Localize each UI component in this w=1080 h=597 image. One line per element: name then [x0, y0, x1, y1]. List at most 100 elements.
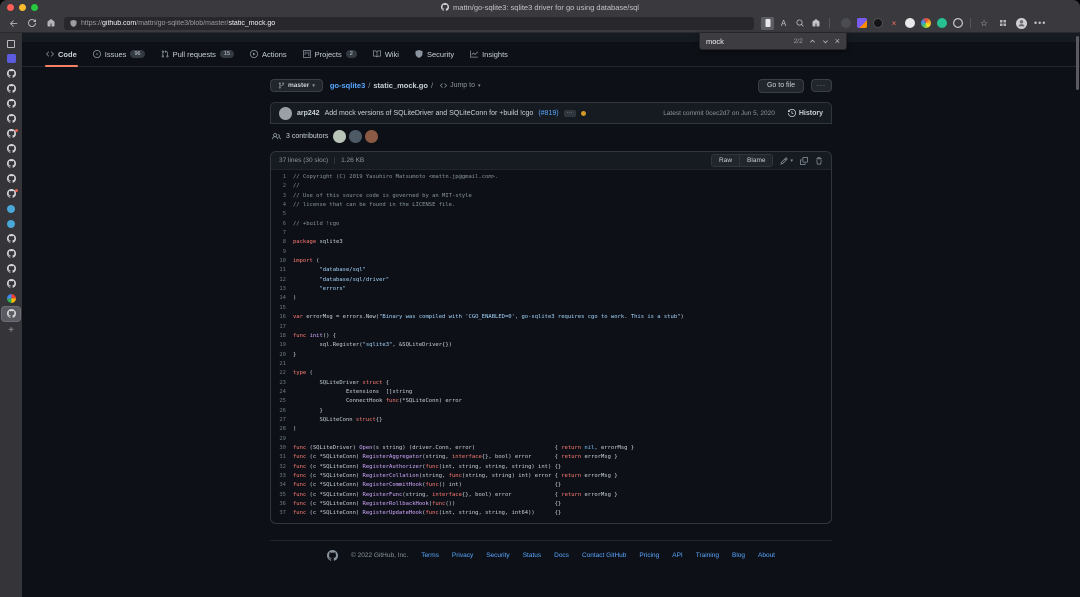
- go-to-file-button[interactable]: Go to file: [758, 79, 804, 93]
- repo-tab-projects[interactable]: Projects2: [295, 42, 365, 66]
- line-number[interactable]: 31: [271, 453, 293, 462]
- repo-tab-actions[interactable]: Actions: [242, 42, 295, 66]
- commit-author-link[interactable]: arp242: [297, 110, 320, 117]
- delete-file-icon[interactable]: [815, 157, 823, 165]
- footer-link-training[interactable]: Training: [696, 552, 719, 559]
- commit-message-link[interactable]: Add mock versions of SQLiteDriver and SQ…: [325, 110, 534, 117]
- overflow-menu-icon[interactable]: •••: [1034, 18, 1046, 28]
- extension-darkreader-icon[interactable]: [873, 18, 883, 28]
- blame-button[interactable]: Blame: [739, 155, 772, 166]
- line-number[interactable]: 8: [271, 238, 293, 247]
- line-number[interactable]: 37: [271, 509, 293, 518]
- footer-link-terms[interactable]: Terms: [421, 552, 439, 559]
- line-number[interactable]: 35: [271, 491, 293, 500]
- repo-tab-wiki[interactable]: Wiki: [365, 42, 407, 66]
- repo-tab-pull-requests[interactable]: Pull requests15: [153, 42, 242, 66]
- extension-redx-icon[interactable]: ×: [889, 18, 899, 28]
- line-number[interactable]: 11: [271, 266, 293, 275]
- commit-expand-icon[interactable]: …: [564, 110, 577, 117]
- find-close-icon[interactable]: ×: [835, 36, 840, 46]
- line-number[interactable]: 21: [271, 360, 293, 369]
- line-number[interactable]: 20: [271, 351, 293, 360]
- commit-hash-link[interactable]: 0cec2d7: [705, 110, 730, 117]
- minimize-window-button[interactable]: [19, 4, 26, 11]
- history-button[interactable]: History: [788, 109, 823, 117]
- find-input[interactable]: mock: [706, 37, 788, 46]
- raw-button[interactable]: Raw: [712, 155, 739, 166]
- line-number[interactable]: 32: [271, 463, 293, 472]
- scrollbar-thumb[interactable]: [1076, 36, 1079, 90]
- extension-ring-icon[interactable]: [953, 18, 963, 28]
- browser-tab[interactable]: [2, 37, 20, 51]
- line-number[interactable]: 26: [271, 407, 293, 416]
- footer-link-about[interactable]: About: [758, 552, 775, 559]
- footer-link-blog[interactable]: Blog: [732, 552, 745, 559]
- line-number[interactable]: 4: [271, 201, 293, 210]
- footer-link-contact-github[interactable]: Contact GitHub: [582, 552, 626, 559]
- contributors-link[interactable]: 3 contributors: [286, 133, 328, 140]
- extension-container-icon[interactable]: [857, 18, 867, 28]
- homepage-icon[interactable]: [809, 17, 822, 30]
- line-number[interactable]: 12: [271, 276, 293, 285]
- contributor-avatar[interactable]: [333, 130, 346, 143]
- reader-mode-icon[interactable]: A: [777, 17, 790, 30]
- footer-link-docs[interactable]: Docs: [554, 552, 569, 559]
- footer-link-security[interactable]: Security: [486, 552, 509, 559]
- browser-tab[interactable]: [2, 172, 20, 186]
- find-in-page-icon[interactable]: [761, 17, 774, 30]
- line-number[interactable]: 25: [271, 397, 293, 406]
- browser-tab[interactable]: [2, 97, 20, 111]
- line-number[interactable]: 30: [271, 444, 293, 453]
- new-tab-button[interactable]: +: [8, 325, 14, 336]
- browser-tab[interactable]: [2, 82, 20, 96]
- back-icon[interactable]: [7, 17, 19, 29]
- reload-icon[interactable]: [26, 17, 38, 29]
- browser-tab[interactable]: [2, 292, 20, 306]
- zoom-icon[interactable]: [793, 17, 806, 30]
- more-options-button[interactable]: ···: [811, 79, 832, 92]
- line-number[interactable]: 9: [271, 248, 293, 257]
- line-number[interactable]: 14: [271, 294, 293, 303]
- profile-avatar[interactable]: [1016, 18, 1027, 29]
- browser-tab-active[interactable]: [2, 307, 20, 321]
- browser-tab[interactable]: [2, 232, 20, 246]
- line-number[interactable]: 29: [271, 435, 293, 444]
- browser-tab[interactable]: [2, 52, 20, 66]
- line-number[interactable]: 33: [271, 472, 293, 481]
- line-number[interactable]: 28: [271, 425, 293, 434]
- line-number[interactable]: 16: [271, 313, 293, 322]
- line-number[interactable]: 34: [271, 481, 293, 490]
- footer-link-privacy[interactable]: Privacy: [452, 552, 473, 559]
- repo-tab-code[interactable]: Code: [38, 42, 85, 66]
- repo-tab-issues[interactable]: Issues96: [85, 42, 153, 66]
- browser-tab[interactable]: [2, 262, 20, 276]
- commit-status-pending-icon[interactable]: [581, 111, 586, 116]
- extension-rainbow-icon[interactable]: [921, 18, 931, 28]
- close-window-button[interactable]: [7, 4, 14, 11]
- browser-tab[interactable]: [2, 217, 20, 231]
- home-icon[interactable]: [45, 17, 57, 29]
- extension-green-icon[interactable]: [937, 18, 947, 28]
- extension-white-icon[interactable]: [905, 18, 915, 28]
- breadcrumb-repo-link[interactable]: go-sqlite3: [330, 81, 365, 90]
- line-number[interactable]: 1: [271, 173, 293, 182]
- browser-tab[interactable]: [2, 127, 20, 141]
- footer-link-api[interactable]: API: [672, 552, 682, 559]
- contributor-avatar[interactable]: [365, 130, 378, 143]
- branch-selector[interactable]: master ▾: [270, 79, 323, 92]
- copy-file-icon[interactable]: [800, 157, 808, 165]
- find-next-icon[interactable]: [822, 38, 829, 45]
- line-number[interactable]: 24: [271, 388, 293, 397]
- footer-link-status[interactable]: Status: [523, 552, 541, 559]
- line-number[interactable]: 15: [271, 304, 293, 313]
- line-number[interactable]: 22: [271, 369, 293, 378]
- line-number[interactable]: 18: [271, 332, 293, 341]
- commit-pr-link[interactable]: (#819): [538, 110, 558, 117]
- line-number[interactable]: 17: [271, 323, 293, 332]
- line-number[interactable]: 7: [271, 229, 293, 238]
- browser-tab[interactable]: [2, 157, 20, 171]
- contributor-avatar[interactable]: [349, 130, 362, 143]
- bookmark-star-icon[interactable]: ☆: [978, 17, 990, 29]
- browser-tab[interactable]: [2, 142, 20, 156]
- browser-tab[interactable]: [2, 112, 20, 126]
